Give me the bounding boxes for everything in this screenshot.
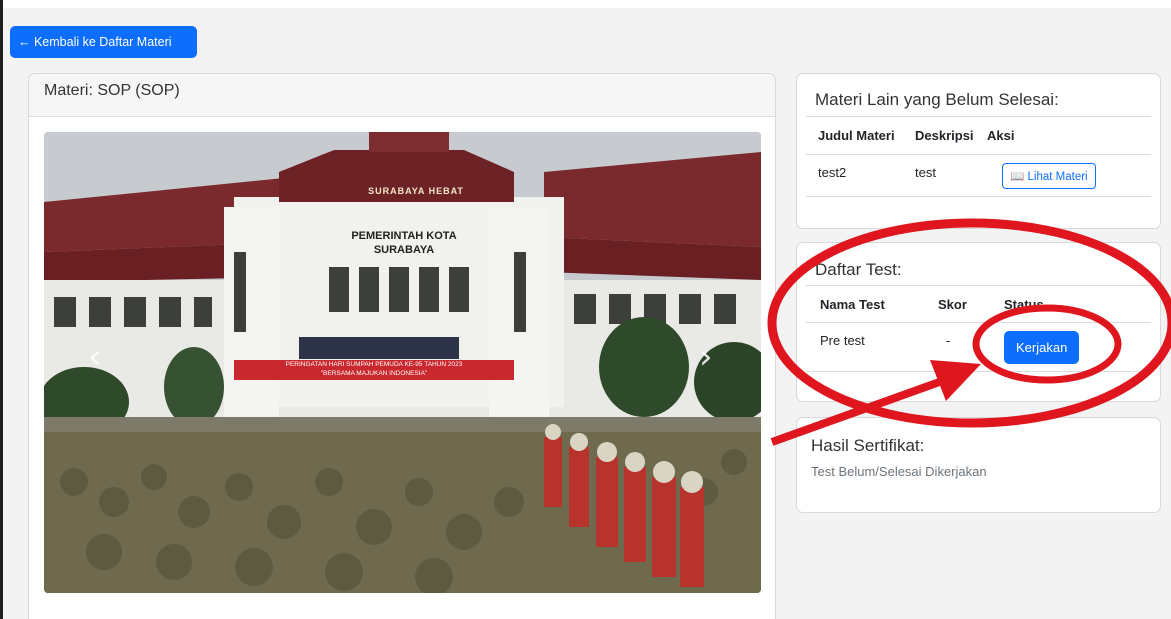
column-header: Status [1004,296,1044,312]
start-test-button[interactable]: Kerjakan [1004,330,1080,364]
test-list-card: Daftar Test: Nama Test Skor Status Pre t… [796,242,1161,402]
certificate-card: Hasil Sertifikat: Test Belum/Selesai Dik… [796,417,1161,513]
certificate-title: Hasil Sertifikat: [811,436,925,455]
carousel-next-icon[interactable]: › [699,337,713,377]
test-score-cell: - [946,332,951,348]
materi-card: Materi: SOP (SOP) PEMERINTAH KOTA SURABA… [28,73,776,619]
view-materi-button[interactable]: 📖 Lihat Materi [1002,162,1096,189]
column-header: Judul Materi [818,128,895,143]
photo-banner-line-2: "BERSAMA MAJUKAN INDONESIA" [320,370,428,377]
materi-desc-cell: test [915,165,936,180]
window-left-edge [0,0,3,619]
other-materi-table: Judul Materi Deskripsi Aksi test2 test 📖… [806,116,1151,197]
photo-banner-line-1: PERINGATAN HARI SUMPAH PEMUDA KE-95 TAHU… [285,361,463,368]
table-row: Pre test - Kerjakan [806,322,1151,372]
test-table: Nama Test Skor Status Pre test - Kerjaka… [806,285,1151,372]
photo-sign-line-1: PEMERINTAH KOTA [351,230,457,242]
photo-sign-line-2: SURABAYA [373,244,435,256]
column-header: Skor [938,296,967,312]
column-header: Aksi [987,128,1015,143]
certificate-status: Test Belum/Selesai Dikerjakan [811,464,987,479]
table-row: test2 test 📖 Lihat Materi [806,154,1151,197]
column-header: Nama Test [820,296,885,312]
top-strip [0,0,1171,8]
test-name-cell: Pre test [820,332,865,348]
table-header-row: Judul Materi Deskripsi Aksi [806,116,1151,154]
table-header-row: Nama Test Skor Status [806,285,1151,322]
materi-photo: PEMERINTAH KOTA SURABAYA SURABAYA HEBAT … [44,132,761,593]
materi-header: Materi: SOP (SOP) [29,74,775,117]
other-materi-title: Materi Lain yang Belum Selesai: [815,90,1059,109]
test-list-title: Daftar Test: [815,260,902,279]
materi-title-cell: test2 [818,165,847,180]
other-materi-card: Materi Lain yang Belum Selesai: Judul Ma… [796,73,1161,229]
back-to-list-button[interactable]: ← Kembali ke Daftar Materi [10,26,197,58]
carousel-prev-icon[interactable]: ‹ [88,337,102,377]
photo-crest-text: SURABAYA HEBAT [368,186,464,196]
column-header: Deskripsi [915,128,974,143]
